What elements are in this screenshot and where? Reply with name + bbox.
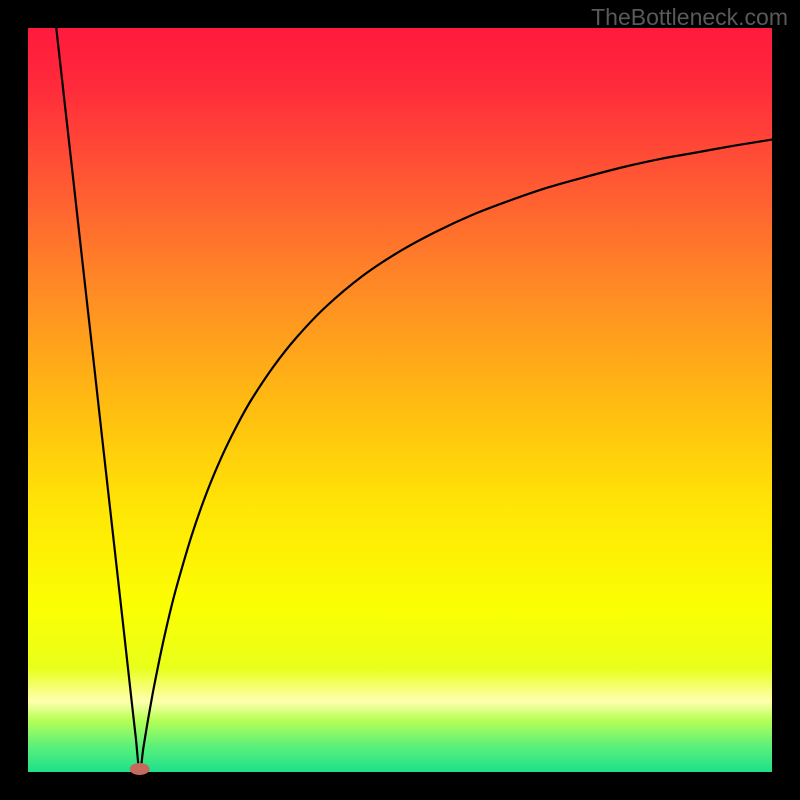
bottleneck-chart xyxy=(0,0,800,800)
plot-background xyxy=(28,28,772,772)
optimum-marker xyxy=(130,763,150,775)
watermark-text: TheBottleneck.com xyxy=(591,4,788,31)
